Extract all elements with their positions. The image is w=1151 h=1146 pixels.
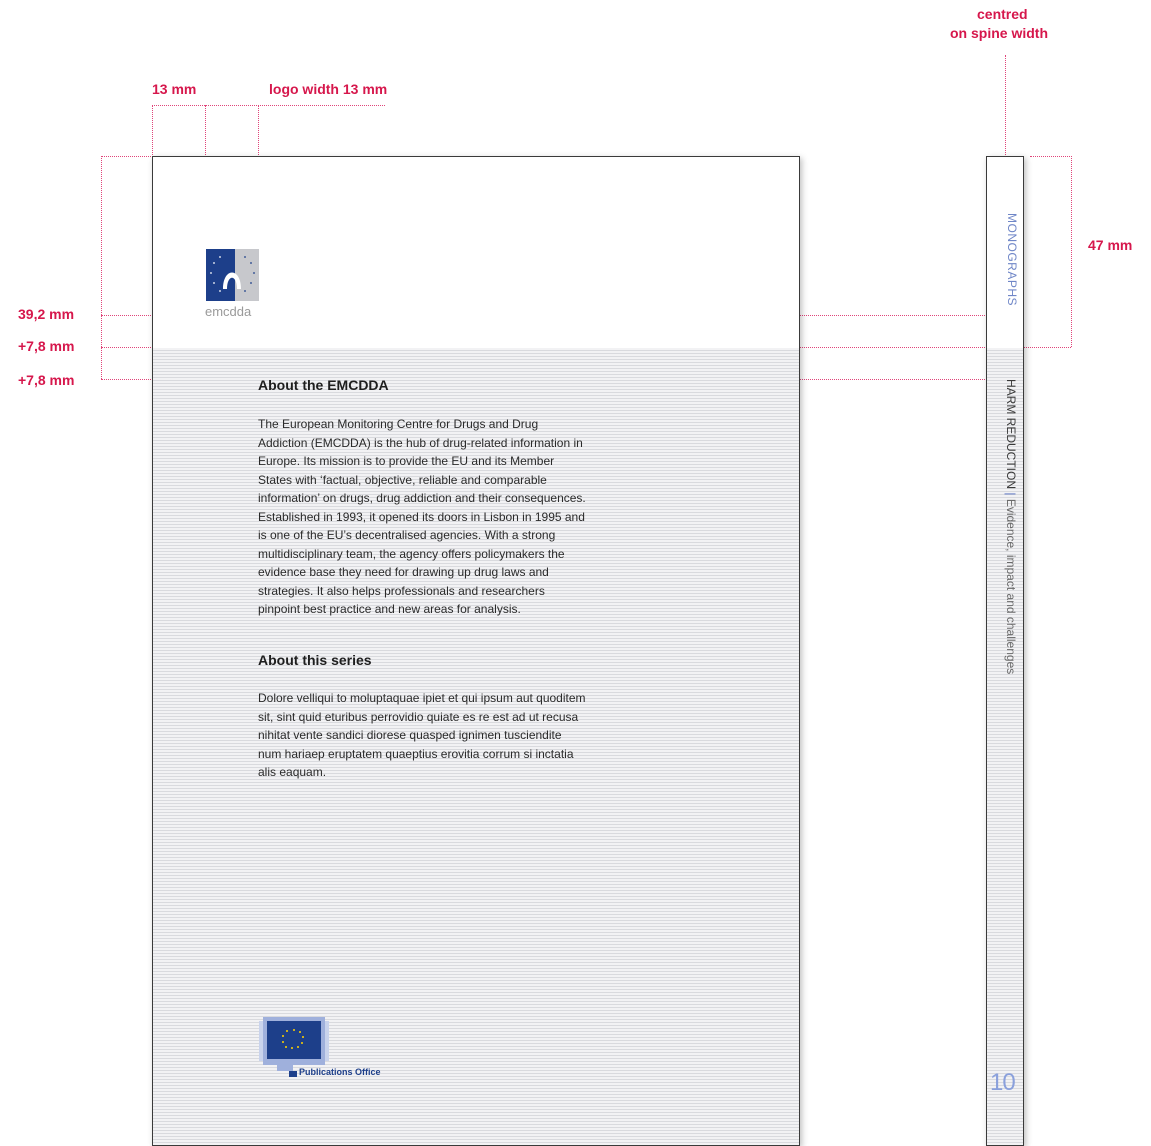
spine-title: HARM REDUCTION | Evidence, impact and ch… xyxy=(1004,379,1018,674)
series-title: About this series xyxy=(258,652,372,668)
spine-title-main: HARM REDUCTION xyxy=(1004,379,1018,489)
spine: MONOGRAPHS HARM REDUCTION | Evidence, im… xyxy=(986,156,1024,1146)
guide-left-edge xyxy=(101,156,102,379)
logo-width-label: logo width 13 mm xyxy=(269,81,388,97)
dim-plus2-label: +7,8 mm xyxy=(18,372,75,388)
logo-caption: emcdda xyxy=(205,304,252,319)
back-cover: emcdda About the EMCDDA The European Mon… xyxy=(152,156,800,1146)
dim-47-label: 47 mm xyxy=(1088,237,1133,253)
spine-volume-number: 10 xyxy=(990,1069,1016,1096)
margin-left-label: 13 mm xyxy=(152,81,197,97)
spine-subtitle: Evidence, impact and challenges xyxy=(1004,498,1018,675)
publications-office-label: Publications Office xyxy=(299,1067,381,1077)
guide-spine-top xyxy=(1030,156,1072,157)
dim-plus1-label: +7,8 mm xyxy=(18,338,75,354)
centred-label-line2: on spine width xyxy=(950,25,1048,41)
centred-label-line1: centred xyxy=(977,6,1028,22)
guide-47 xyxy=(1071,156,1072,347)
emcdda-logo-icon xyxy=(206,249,259,301)
about-text: The European Monitoring Centre for Drugs… xyxy=(258,417,586,616)
about-title: About the EMCDDA xyxy=(258,377,389,393)
guide-margin-left xyxy=(152,105,153,157)
series-text: Dolore velliqui to moluptaquae ipiet et … xyxy=(258,691,586,779)
guide-cover-top xyxy=(101,156,153,157)
guide-top-logo xyxy=(152,105,385,106)
dim-39-label: 39,2 mm xyxy=(18,306,75,322)
spine-title-separator: | xyxy=(1004,492,1018,496)
spine-series-label: MONOGRAPHS xyxy=(1005,213,1019,307)
